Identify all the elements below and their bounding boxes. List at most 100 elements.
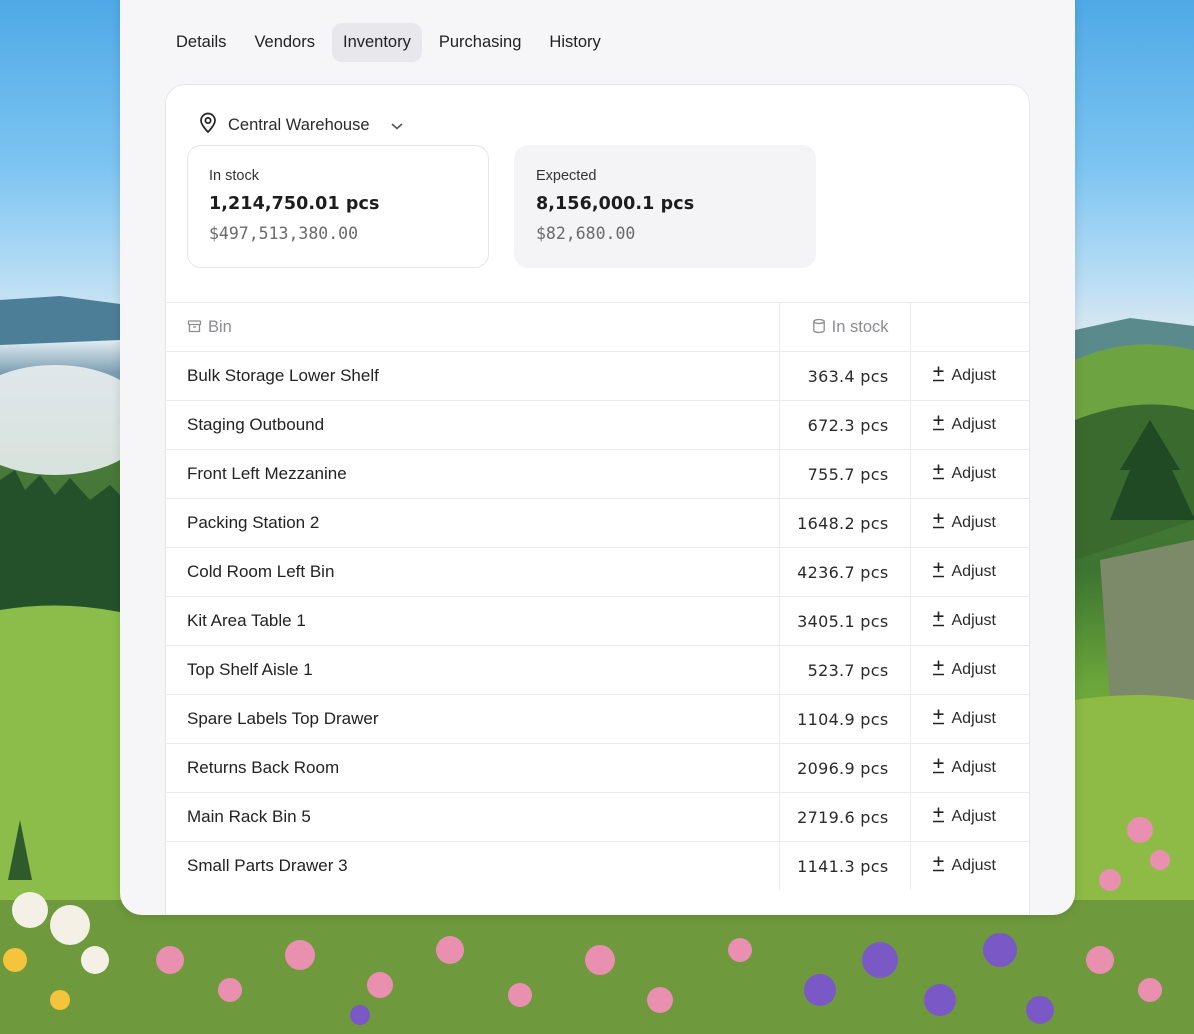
table-row: Cold Room Left Bin 4236.7 pcs Adjust [166, 547, 1029, 597]
action-cell: Adjust [910, 694, 1029, 744]
adjust-button[interactable]: Adjust [931, 561, 996, 583]
adjust-button[interactable]: Adjust [931, 659, 996, 681]
table-row: Bulk Storage Lower Shelf 363.4 pcs Adjus… [166, 351, 1029, 401]
table-row: Top Shelf Aisle 1 523.7 pcs Adjust [166, 645, 1029, 695]
action-cell: Adjust [910, 645, 1029, 695]
bin-name-cell: Main Rack Bin 5 [166, 792, 779, 842]
adjust-button[interactable]: Adjust [931, 855, 996, 877]
bin-name-cell: Returns Back Room [166, 743, 779, 793]
in-stock-cell: 363.4 pcs [778, 351, 911, 401]
action-cell: Adjust [910, 792, 1029, 842]
inventory-card: Central Warehouse In stock 1,214,750.01 … [165, 84, 1030, 915]
table-row: Spare Labels Top Drawer 1104.9 pcs Adjus… [166, 694, 1029, 744]
adjust-label: Adjust [951, 661, 996, 678]
in-stock-cell: 1141.3 pcs [778, 841, 911, 890]
location-name: Central Warehouse [228, 116, 370, 134]
database-icon [812, 318, 826, 334]
plus-minus-icon [931, 365, 946, 387]
table-row: Small Parts Drawer 3 1141.3 pcs Adjust [166, 841, 1029, 890]
adjust-button[interactable]: Adjust [931, 463, 996, 485]
map-pin-icon [198, 112, 218, 139]
plus-minus-icon [931, 659, 946, 681]
adjust-label: Adjust [951, 416, 996, 433]
in-stock-summary: In stock 1,214,750.01 pcs $497,513,380.0… [187, 145, 489, 268]
chevron-down-icon [390, 121, 404, 131]
in-stock-cell: 2719.6 pcs [778, 792, 911, 842]
in-stock-value: $497,513,380.00 [209, 224, 359, 243]
adjust-button[interactable]: Adjust [931, 757, 996, 779]
location-selector[interactable]: Central Warehouse [198, 112, 404, 139]
plus-minus-icon [931, 708, 946, 730]
in-stock-cell: 523.7 pcs [778, 645, 911, 695]
action-column-header [910, 302, 1029, 352]
in-stock-cell: 672.3 pcs [778, 400, 911, 450]
plus-minus-icon [931, 414, 946, 436]
bin-name-cell: Kit Area Table 1 [166, 596, 779, 646]
table-row: Returns Back Room 2096.9 pcs Adjust [166, 743, 1029, 793]
in-stock-cell: 4236.7 pcs [778, 547, 911, 597]
tab-history[interactable]: History [538, 23, 611, 62]
bin-column-header[interactable]: Bin [166, 302, 779, 352]
in-stock-column-header[interactable]: In stock [778, 302, 911, 352]
expected-quantity: 8,156,000.1 pcs [536, 194, 695, 214]
expected-value: $82,680.00 [536, 224, 636, 243]
adjust-label: Adjust [951, 759, 996, 776]
plus-minus-icon [931, 855, 946, 877]
tab-inventory[interactable]: Inventory [331, 23, 422, 62]
bin-name-cell: Staging Outbound [166, 400, 779, 450]
adjust-button[interactable]: Adjust [931, 414, 996, 436]
adjust-button[interactable]: Adjust [931, 806, 996, 828]
plus-minus-icon [931, 512, 946, 534]
tab-bar: Details Vendors Inventory Purchasing His… [165, 23, 612, 62]
adjust-label: Adjust [951, 367, 996, 384]
in-stock-cell: 1104.9 pcs [778, 694, 911, 744]
action-cell: Adjust [910, 596, 1029, 646]
table-row: Main Rack Bin 5 2719.6 pcs Adjust [166, 792, 1029, 842]
expected-label: Expected [536, 168, 597, 184]
plus-minus-icon [931, 610, 946, 632]
expected-summary: Expected 8,156,000.1 pcs $82,680.00 [514, 145, 816, 268]
bin-name-cell: Front Left Mezzanine [166, 449, 779, 499]
action-cell: Adjust [910, 351, 1029, 401]
in-stock-quantity: 1,214,750.01 pcs [209, 194, 380, 214]
bin-name-cell: Cold Room Left Bin [166, 547, 779, 597]
action-cell: Adjust [910, 841, 1029, 890]
adjust-label: Adjust [951, 808, 996, 825]
item-detail-panel: Details Vendors Inventory Purchasing His… [120, 0, 1075, 915]
adjust-label: Adjust [951, 710, 996, 727]
adjust-label: Adjust [951, 857, 996, 874]
plus-minus-icon [931, 561, 946, 583]
plus-minus-icon [931, 757, 946, 779]
in-stock-cell: 2096.9 pcs [778, 743, 911, 793]
bin-name-cell: Top Shelf Aisle 1 [166, 645, 779, 695]
tab-vendors[interactable]: Vendors [243, 23, 326, 62]
adjust-button[interactable]: Adjust [931, 365, 996, 387]
action-cell: Adjust [910, 547, 1029, 597]
adjust-button[interactable]: Adjust [931, 610, 996, 632]
table-row: Kit Area Table 1 3405.1 pcs Adjust [166, 596, 1029, 646]
action-cell: Adjust [910, 449, 1029, 499]
archive-icon [187, 319, 202, 334]
tab-purchasing[interactable]: Purchasing [428, 23, 533, 62]
in-stock-cell: 1648.2 pcs [778, 498, 911, 548]
table-row: Packing Station 2 1648.2 pcs Adjust [166, 498, 1029, 548]
table-row: Staging Outbound 672.3 pcs Adjust [166, 400, 1029, 450]
action-cell: Adjust [910, 400, 1029, 450]
adjust-label: Adjust [951, 514, 996, 531]
bin-name-cell: Packing Station 2 [166, 498, 779, 548]
adjust-label: Adjust [951, 465, 996, 482]
adjust-button[interactable]: Adjust [931, 512, 996, 534]
bin-name-cell: Bulk Storage Lower Shelf [166, 351, 779, 401]
plus-minus-icon [931, 806, 946, 828]
tab-details[interactable]: Details [165, 23, 237, 62]
adjust-label: Adjust [951, 612, 996, 629]
adjust-label: Adjust [951, 563, 996, 580]
action-cell: Adjust [910, 498, 1029, 548]
adjust-button[interactable]: Adjust [931, 708, 996, 730]
action-cell: Adjust [910, 743, 1029, 793]
bin-name-cell: Small Parts Drawer 3 [166, 841, 779, 890]
bin-name-cell: Spare Labels Top Drawer [166, 694, 779, 744]
plus-minus-icon [931, 463, 946, 485]
in-stock-label: In stock [209, 168, 259, 184]
table-header-row: Bin In stock [166, 302, 1029, 352]
